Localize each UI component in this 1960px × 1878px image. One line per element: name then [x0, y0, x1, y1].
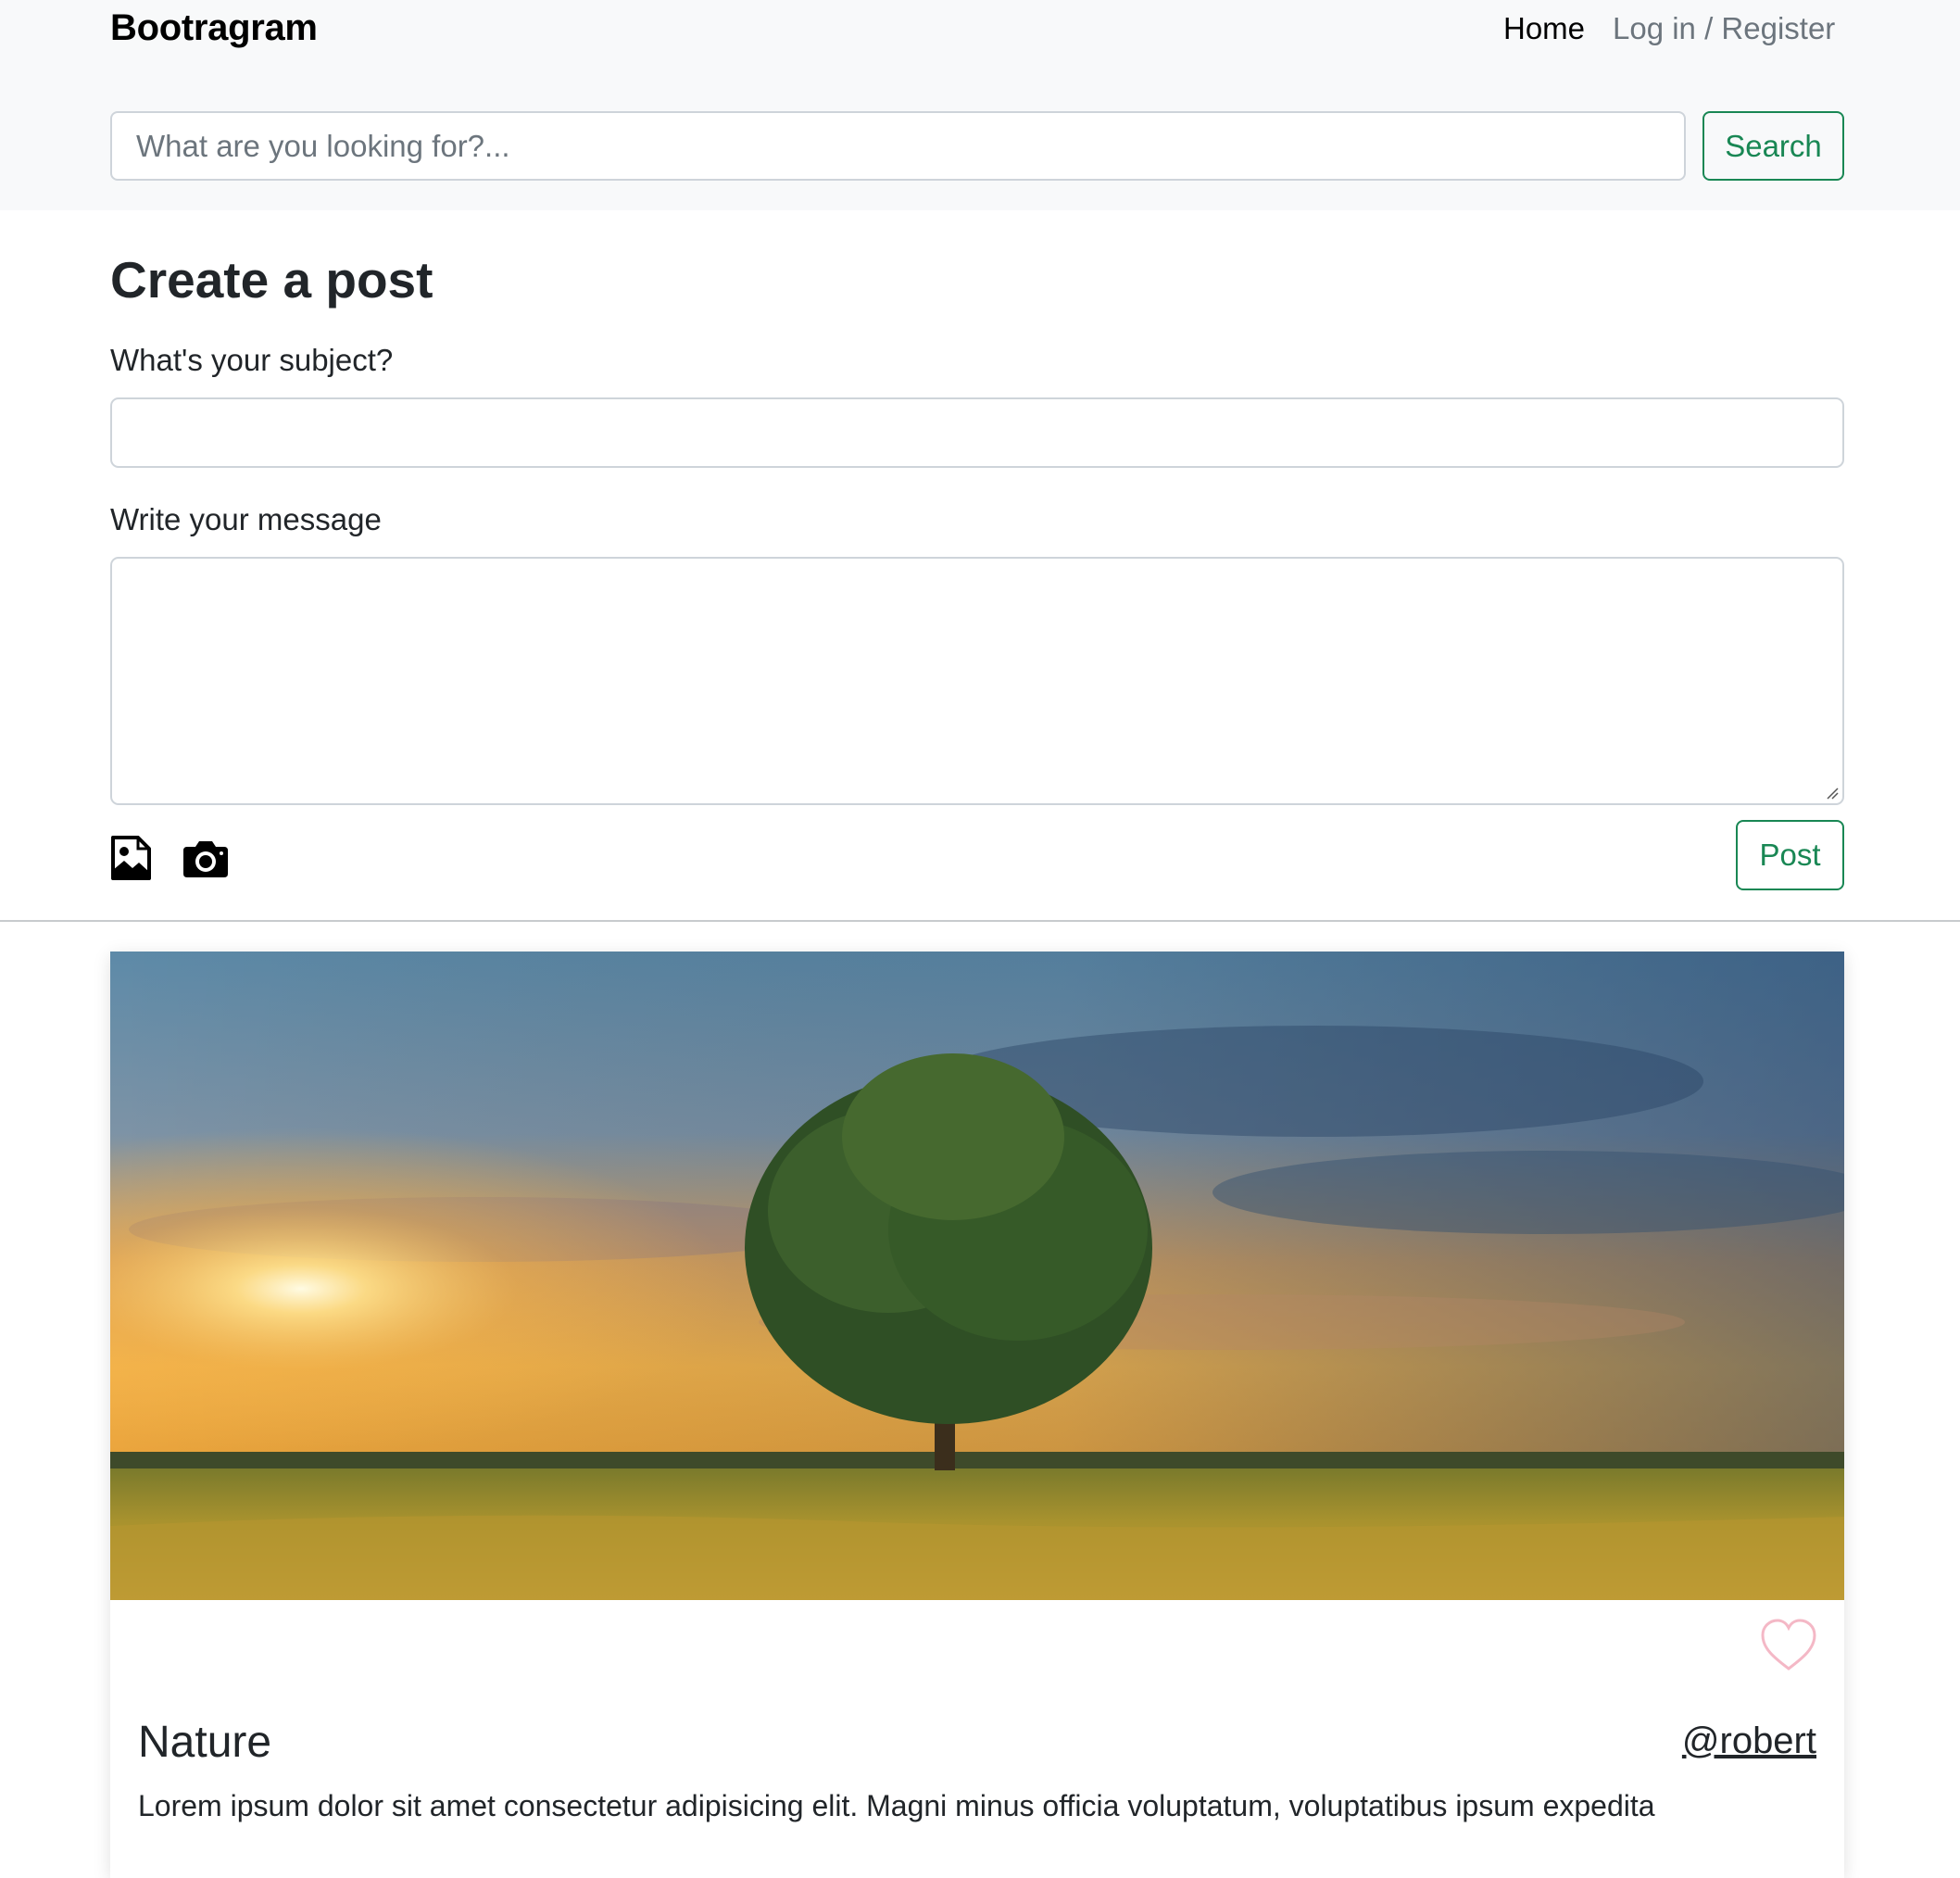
navbar: Bootragram Home Log in / Register Search — [0, 0, 1960, 210]
message-textarea[interactable] — [110, 557, 1844, 805]
post-card: Nature @robert Lorem ipsum dolor sit ame… — [110, 952, 1844, 1878]
heart-icon[interactable] — [1759, 1617, 1818, 1672]
section-divider — [0, 920, 1960, 922]
subject-label: What's your subject? — [110, 343, 394, 377]
subject-input[interactable] — [110, 397, 1844, 468]
resize-handle-icon[interactable] — [1826, 787, 1839, 800]
message-label: Write your message — [110, 502, 382, 536]
post-author-link[interactable]: @robert — [1682, 1720, 1816, 1762]
nav-login-register-link[interactable]: Log in / Register — [1613, 11, 1835, 46]
camera-icon[interactable] — [182, 839, 230, 878]
image-icon[interactable] — [110, 835, 152, 881]
brand-logo[interactable]: Bootragram — [110, 7, 318, 49]
post-button[interactable]: Post — [1736, 820, 1844, 890]
post-image — [110, 952, 1844, 1600]
post-title: Nature — [138, 1718, 272, 1767]
nav-home-link[interactable]: Home — [1503, 11, 1585, 46]
post-text: Lorem ipsum dolor sit amet consectetur a… — [138, 1789, 1655, 1822]
page-title: Create a post — [110, 251, 433, 309]
search-input[interactable] — [110, 111, 1686, 181]
search-button[interactable]: Search — [1702, 111, 1844, 181]
